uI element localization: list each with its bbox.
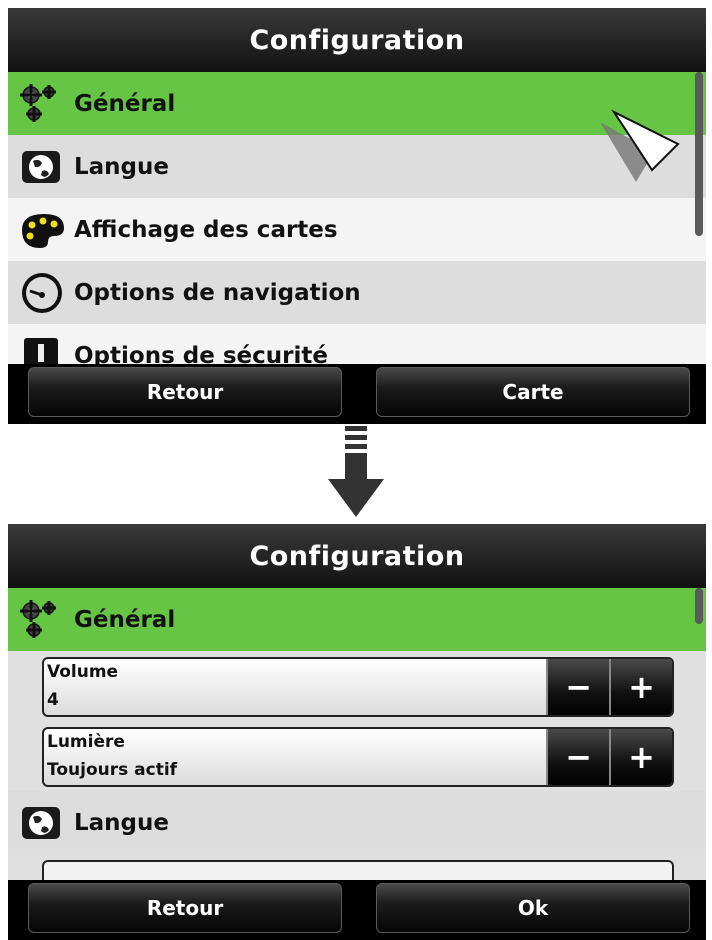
menu-item-options-navigation[interactable]: Options de navigation — [8, 261, 706, 324]
volume-stepper: − + — [546, 659, 672, 715]
menu-item-options-securite[interactable]: Options de sécurité — [8, 324, 706, 364]
ok-button[interactable]: Ok — [376, 883, 690, 933]
section-label: Langue — [74, 809, 169, 836]
back-button[interactable]: Retour — [28, 367, 342, 417]
speedometer-icon — [22, 272, 62, 313]
lumiere-setting: Lumière Toujours actif − + — [42, 727, 674, 787]
section-langue[interactable]: Langue — [8, 791, 706, 854]
gears-icon — [20, 599, 56, 638]
screen-after: Configuration Général Volume 4 − + Lumiè… — [8, 524, 706, 940]
setting-value: Toujours actif — [47, 760, 178, 780]
bottom-toolbar: Retour Carte — [8, 364, 706, 424]
title-bar: Configuration — [8, 524, 706, 588]
menu-item-label: Langue — [74, 153, 169, 180]
lumiere-increase-button[interactable]: + — [609, 729, 672, 785]
gears-icon — [20, 83, 56, 122]
section-label: Général — [74, 606, 176, 633]
menu-item-label: Options de sécurité — [74, 342, 328, 365]
volume-increase-button[interactable]: + — [609, 659, 672, 715]
page-title: Configuration — [249, 540, 465, 572]
palette-icon — [22, 213, 64, 248]
setting-value: 4 — [47, 690, 59, 710]
bottom-toolbar: Retour Ok — [8, 880, 706, 940]
settings-list: Général Volume 4 − + Lumière Toujours ac… — [8, 588, 706, 880]
menu-item-affichage-cartes[interactable]: Affichage des cartes — [8, 198, 706, 261]
menu-item-label: Options de navigation — [74, 279, 361, 306]
setting-label: Volume — [47, 662, 119, 682]
map-button[interactable]: Carte — [376, 367, 690, 417]
volume-decrease-button[interactable]: − — [546, 659, 609, 715]
langue-field[interactable] — [42, 860, 674, 880]
scrollbar[interactable] — [695, 588, 703, 624]
page-title: Configuration — [249, 24, 465, 56]
volume-setting: Volume 4 − + — [42, 657, 674, 717]
pointer-cursor-icon — [600, 109, 680, 182]
menu-item-label: Affichage des cartes — [74, 216, 338, 243]
title-bar: Configuration — [8, 8, 706, 72]
lumiere-stepper: − + — [546, 729, 672, 785]
warning-icon — [24, 337, 58, 364]
back-button[interactable]: Retour — [28, 883, 342, 933]
globe-icon — [22, 806, 60, 839]
globe-icon — [22, 150, 60, 183]
section-general[interactable]: Général — [8, 588, 706, 651]
screen-before: Configuration Général Langue Affichage d… — [8, 8, 706, 424]
menu-item-label: Général — [74, 90, 176, 117]
scrollbar[interactable] — [695, 72, 703, 236]
setting-label: Lumière — [47, 732, 125, 752]
lumiere-decrease-button[interactable]: − — [546, 729, 609, 785]
down-arrow-icon — [328, 426, 384, 517]
